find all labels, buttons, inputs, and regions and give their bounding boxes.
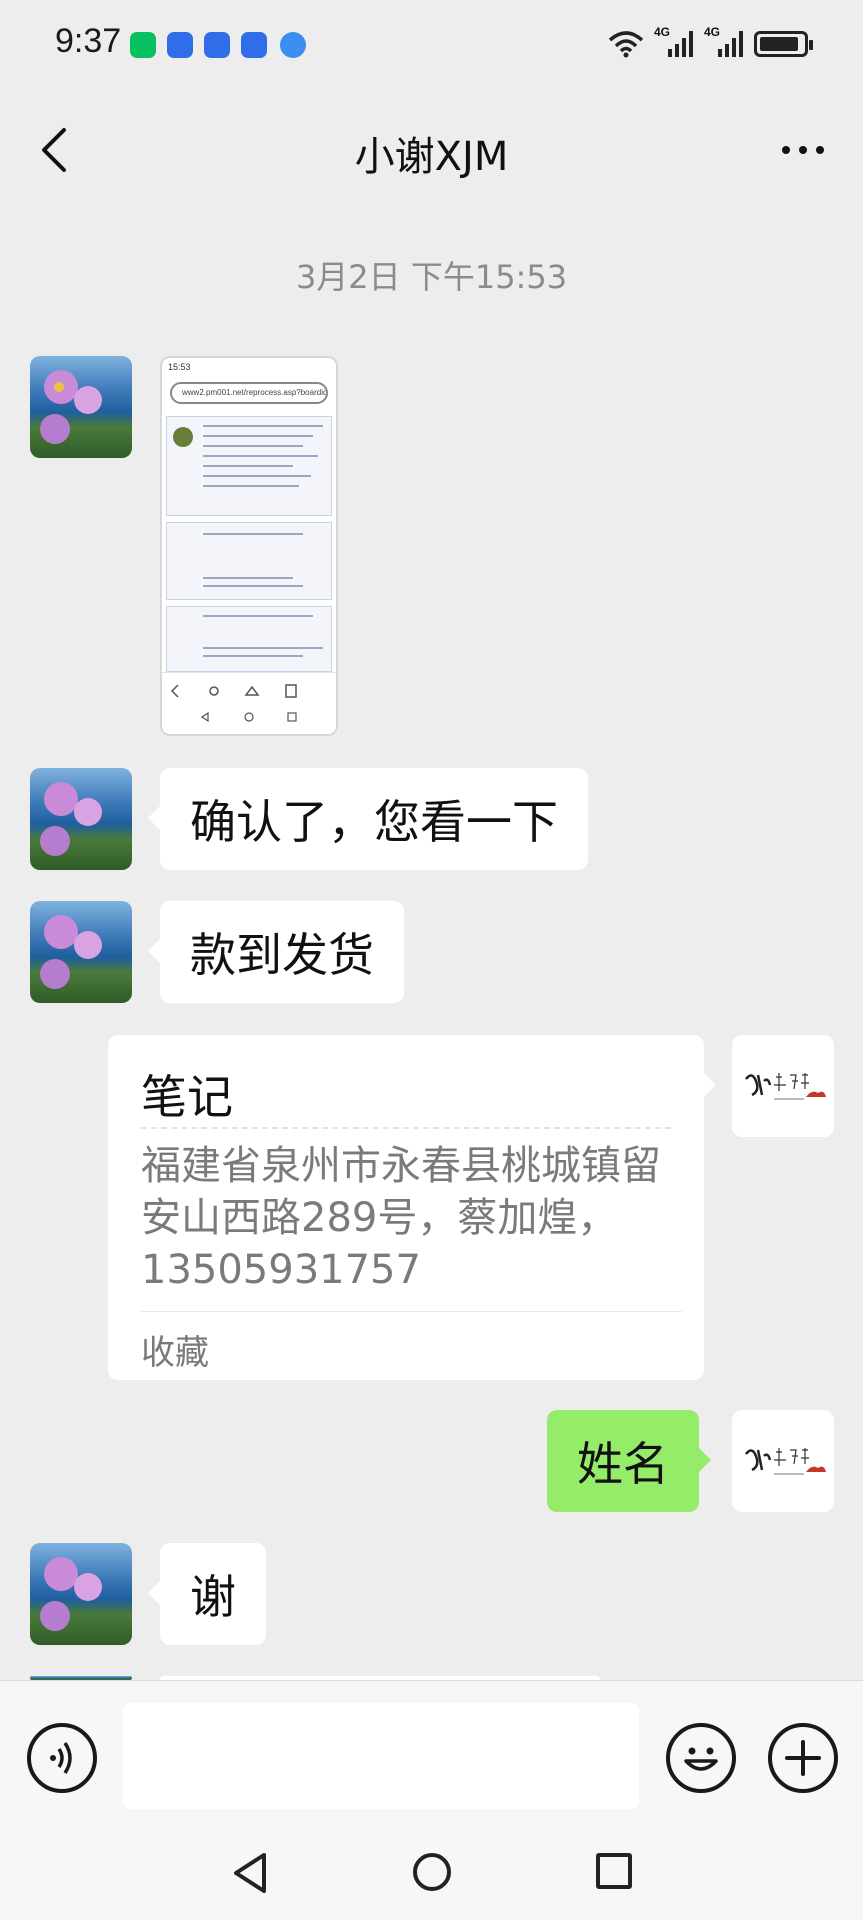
image-message-thumbnail[interactable]: 15:53 www2.pm001.net/reprocess.asp?board… <box>160 356 338 736</box>
wechat-notification-icon <box>130 32 156 58</box>
input-bar <box>0 1680 863 1920</box>
nav-back-icon[interactable] <box>230 1851 270 1895</box>
divider <box>141 1127 671 1129</box>
logo-icon <box>745 1073 826 1100</box>
message-timestamp: 3月2日 下午15:53 <box>295 258 568 296</box>
network-type-label: 4G <box>704 25 721 39</box>
status-bar: 9:37 4G 4G <box>0 0 863 90</box>
contact-avatar[interactable] <box>30 356 132 458</box>
message-input[interactable] <box>123 1703 639 1809</box>
status-time: 9:37 <box>55 22 122 60</box>
received-message-bubble[interactable]: 谢 <box>148 1543 266 1645</box>
contact-avatar[interactable] <box>30 1543 132 1645</box>
sent-message-bubble[interactable]: 姓名 <box>547 1410 711 1512</box>
voice-icon[interactable] <box>27 1723 97 1793</box>
contact-avatar[interactable] <box>30 768 132 870</box>
note-card-source: 收藏 <box>141 1333 209 1373</box>
note-card-body: 福建省泉州市永春县桃城镇留安山西路289号，蔡加煌，13505931757 <box>141 1143 661 1293</box>
received-message-bubble[interactable]: 款到发货 <box>148 901 404 1003</box>
received-message-bubble[interactable]: 确认了，您看一下 <box>148 768 588 870</box>
my-avatar[interactable] <box>732 1410 834 1512</box>
app-notification-icon <box>241 32 267 58</box>
nav-recents-icon[interactable] <box>596 1853 632 1889</box>
wifi-icon <box>608 31 644 58</box>
chat-header: 小谢XJM <box>0 100 863 200</box>
thumbnail-browser-nav <box>162 672 336 734</box>
network-type-label: 4G <box>654 25 671 39</box>
thumbnail-url-bar: www2.pm001.net/reprocess.asp?boardid <box>170 382 328 404</box>
app-notification-icon <box>204 32 230 58</box>
system-navigation-bar <box>0 1831 863 1920</box>
thumbnail-post <box>166 606 332 672</box>
thumbnail-post <box>166 522 332 600</box>
battery-icon <box>754 31 813 57</box>
more-icon[interactable] <box>773 130 833 170</box>
thumbnail-status-time: 15:53 <box>168 362 191 372</box>
thumbnail-post <box>166 416 332 516</box>
emoji-icon[interactable] <box>666 1723 736 1793</box>
divider <box>141 1311 682 1312</box>
browser-notification-icon <box>280 32 306 58</box>
note-card-title: 笔记 <box>141 1070 233 1124</box>
my-avatar[interactable] <box>732 1035 834 1137</box>
note-card-message[interactable]: 笔记 福建省泉州市永春县桃城镇留安山西路289号，蔡加煌，13505931757… <box>108 1035 716 1380</box>
nav-home-icon[interactable] <box>413 1853 451 1891</box>
chat-title: 小谢XJM <box>354 134 509 180</box>
logo-icon <box>745 1448 826 1475</box>
app-notification-icon <box>167 32 193 58</box>
signal-icon: 4G <box>654 25 694 57</box>
signal-icon: 4G <box>704 25 744 57</box>
plus-icon[interactable] <box>768 1723 838 1793</box>
contact-avatar[interactable] <box>30 901 132 1003</box>
